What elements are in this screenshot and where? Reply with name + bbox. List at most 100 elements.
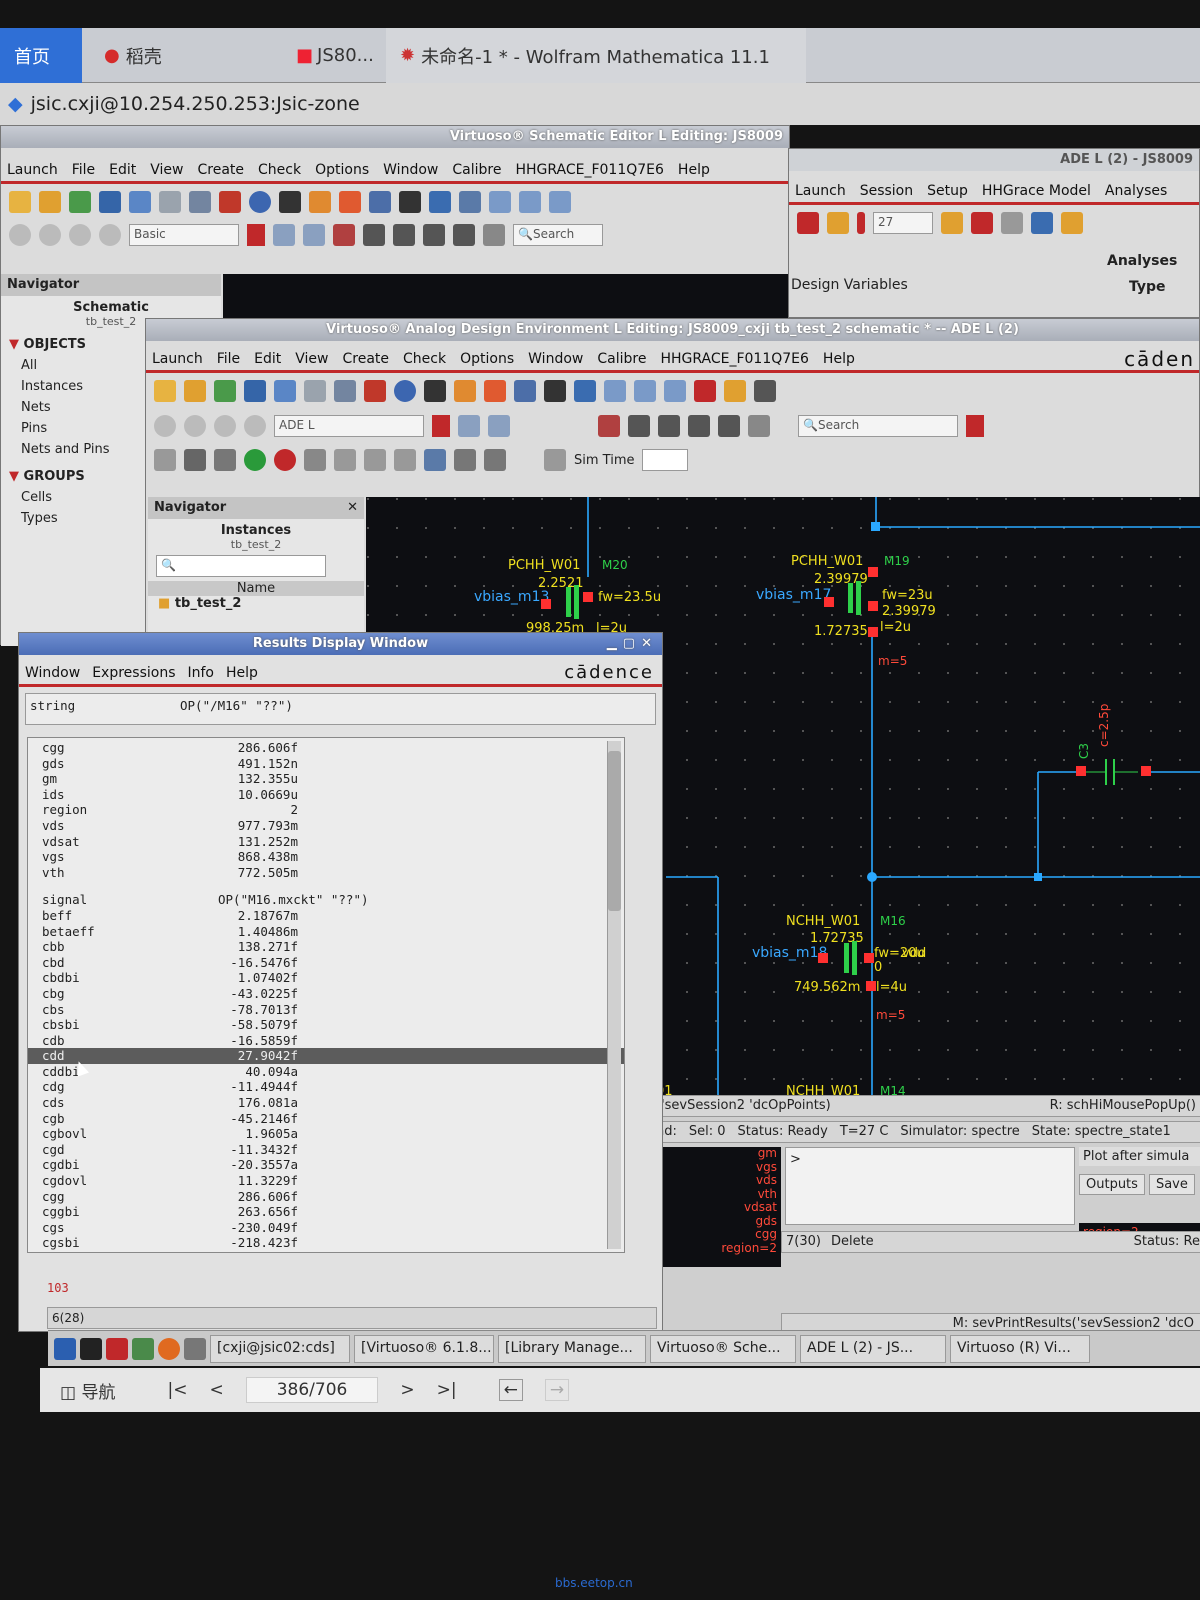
- select-mode-icon[interactable]: [598, 415, 620, 437]
- layout-icon[interactable]: [458, 415, 480, 437]
- menu-calibre[interactable]: Calibre: [597, 351, 646, 367]
- menu-session[interactable]: Session: [860, 183, 913, 199]
- result-row[interactable]: cgsbi -218.423f: [28, 1235, 624, 1251]
- menu-launch[interactable]: Launch: [7, 162, 58, 178]
- workspace-dropdown-button[interactable]: [432, 415, 450, 437]
- result-row[interactable]: vth 772.505m: [28, 865, 624, 881]
- calc-icon[interactable]: [334, 449, 356, 471]
- label-icon[interactable]: [459, 191, 481, 213]
- taskbar-item-virtuoso-vi[interactable]: Virtuoso (R) Vi...: [950, 1334, 1090, 1363]
- result-row[interactable]: ids 10.0669u: [28, 787, 624, 803]
- page-indicator[interactable]: 386/706: [245, 1377, 379, 1403]
- delete-icon[interactable]: [364, 380, 386, 402]
- taskbar-item-virtuoso[interactable]: [Virtuoso® 6.1.8...: [354, 1334, 494, 1363]
- results-list[interactable]: cgg 286.606f gds 491.152n gm 132.355u ids 10.06…: [27, 737, 625, 1253]
- save-icon[interactable]: [244, 380, 266, 402]
- result-row[interactable]: cddbi 40.094a: [28, 1064, 624, 1080]
- result-row[interactable]: cgb -45.2146f: [28, 1111, 624, 1127]
- menu-setup[interactable]: Setup: [927, 183, 968, 199]
- pointer2-icon[interactable]: [688, 415, 710, 437]
- zoom-out-icon[interactable]: [519, 191, 541, 213]
- last-page-icon[interactable]: >|: [437, 1380, 457, 1400]
- search-field[interactable]: 🔍Search: [513, 224, 603, 246]
- result-row[interactable]: cgd -11.3432f: [28, 1142, 624, 1158]
- menu-file[interactable]: File: [217, 351, 240, 367]
- result-row[interactable]: cgbovl 1.9605a: [28, 1126, 624, 1142]
- undo-icon[interactable]: [454, 380, 476, 402]
- result-row[interactable]: gds 491.152n: [28, 756, 624, 772]
- menu-launch[interactable]: Launch: [152, 351, 203, 367]
- result-row[interactable]: cdd 27.9042f: [28, 1048, 624, 1064]
- sim-time-field[interactable]: [642, 449, 689, 471]
- result-row[interactable]: cgg 286.606f: [28, 740, 624, 756]
- text-select-icon[interactable]: [453, 224, 475, 246]
- result-row[interactable]: cdb -16.5859f: [28, 1033, 624, 1049]
- menu-create[interactable]: Create: [198, 162, 245, 178]
- menu-edit[interactable]: Edit: [109, 162, 136, 178]
- menu-check[interactable]: Check: [258, 162, 301, 178]
- annotate-icon[interactable]: [424, 449, 446, 471]
- instance-icon[interactable]: [369, 191, 391, 213]
- close-icon[interactable]: ✕: [347, 497, 364, 519]
- result-row[interactable]: cbg -43.0225f: [28, 986, 624, 1002]
- menu-help[interactable]: Help: [823, 351, 855, 367]
- search-field[interactable]: 🔍Search: [798, 415, 958, 437]
- setup-icon[interactable]: [797, 212, 819, 234]
- close-icon[interactable]: ✕: [641, 636, 658, 651]
- zoom-fit-icon[interactable]: [664, 380, 686, 402]
- select-box-icon[interactable]: [628, 415, 650, 437]
- nav-up-icon[interactable]: [69, 224, 91, 246]
- host-tab-mathematica[interactable]: ✹ 未命名-1 * - Wolfram Mathematica 11.1: [386, 28, 806, 83]
- first-page-icon[interactable]: |<: [167, 1380, 187, 1400]
- gear-icon[interactable]: [941, 212, 963, 234]
- prev-page-icon[interactable]: <: [209, 1380, 223, 1400]
- result-row[interactable]: cgsovl11.6261f: [28, 1251, 624, 1252]
- menu-expressions[interactable]: Expressions: [92, 665, 175, 681]
- result-row[interactable]: cbb 138.271f: [28, 939, 624, 955]
- properties-icon[interactable]: [249, 191, 271, 213]
- workspace-dropdown-button[interactable]: [247, 224, 265, 246]
- copy-icon[interactable]: [159, 191, 181, 213]
- name-column-header[interactable]: Name: [148, 581, 364, 596]
- result-row[interactable]: gm 132.355u: [28, 771, 624, 787]
- result-row[interactable]: cggbi 263.656f: [28, 1204, 624, 1220]
- nav-back-icon[interactable]: [154, 415, 176, 437]
- menu-window[interactable]: Window: [25, 665, 80, 681]
- undo-icon[interactable]: [309, 191, 331, 213]
- back-icon[interactable]: ←: [498, 1379, 523, 1401]
- taskbar-item-ade-l[interactable]: ADE L (2) - JS...: [800, 1334, 946, 1363]
- nav-back-icon[interactable]: [9, 224, 31, 246]
- result-row[interactable]: beff 2.18767m: [28, 908, 624, 924]
- plot-icon[interactable]: [304, 449, 326, 471]
- new-icon[interactable]: [154, 380, 176, 402]
- result-row[interactable]: betaeff 1.40486m: [28, 924, 624, 940]
- app-icon[interactable]: [132, 1337, 154, 1360]
- menu-view[interactable]: View: [295, 351, 328, 367]
- move-icon[interactable]: [274, 380, 296, 402]
- temperature-field[interactable]: 27: [873, 212, 933, 234]
- nav-forward-icon[interactable]: [39, 224, 61, 246]
- nav-forward-icon[interactable]: [184, 415, 206, 437]
- result-row[interactable]: cds 176.081a: [28, 1095, 624, 1111]
- result-row[interactable]: cdg -11.4944f: [28, 1079, 624, 1095]
- menu-file[interactable]: File: [72, 162, 95, 178]
- nav-up-icon[interactable]: [214, 415, 236, 437]
- result-row[interactable]: cgdovl 11.3229f: [28, 1173, 624, 1189]
- menu-launch[interactable]: Launch: [795, 183, 846, 199]
- layout2-icon[interactable]: [303, 224, 325, 246]
- open-icon[interactable]: [39, 191, 61, 213]
- menu-view[interactable]: View: [150, 162, 183, 178]
- result-row[interactable]: cgs -230.049f: [28, 1220, 624, 1236]
- minimize-icon[interactable]: ▁: [607, 636, 623, 651]
- scrollbar-thumb[interactable]: [608, 751, 621, 911]
- save-button[interactable]: Save: [1148, 1174, 1195, 1195]
- redo-icon[interactable]: [484, 380, 506, 402]
- result-row[interactable]: vgs 868.438m: [28, 849, 624, 865]
- wire-icon[interactable]: [399, 191, 421, 213]
- maximize-icon[interactable]: ▢: [623, 636, 641, 651]
- menu-create[interactable]: Create: [343, 351, 390, 367]
- print-icon[interactable]: [394, 449, 416, 471]
- search-dropdown-button[interactable]: [966, 415, 984, 437]
- text-icon[interactable]: [424, 380, 446, 402]
- taskbar-item-schematic[interactable]: Virtuoso® Sche...: [650, 1334, 796, 1363]
